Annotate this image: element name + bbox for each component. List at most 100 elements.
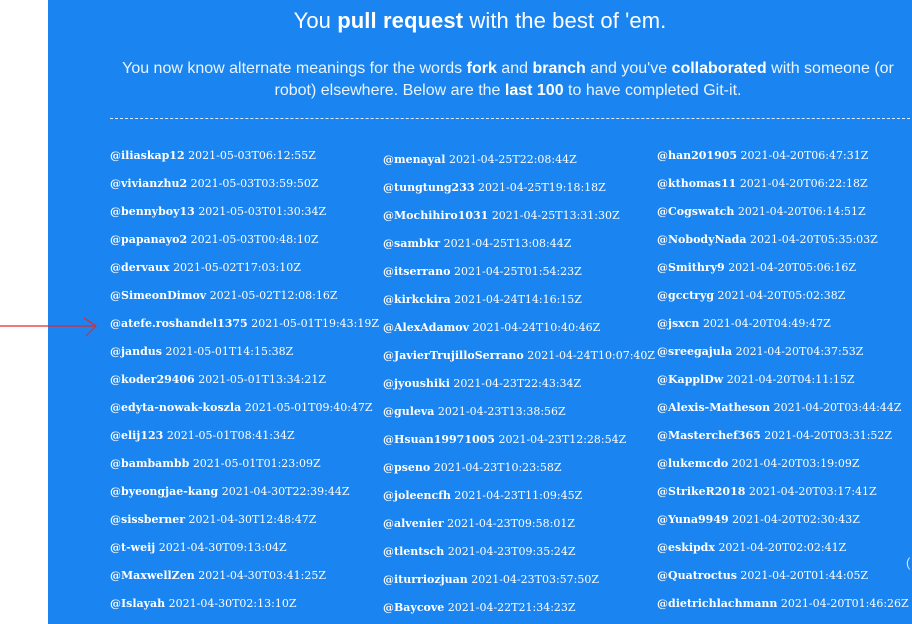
user-link[interactable]: @kthomas11 (657, 177, 736, 190)
user-link[interactable]: @jandus (110, 345, 162, 358)
user-link[interactable]: @iliaskap12 (110, 149, 185, 162)
user-link[interactable]: @SimeonDimov (110, 289, 206, 302)
user-link[interactable]: @JavierTrujilloSerrano (383, 349, 524, 362)
red-arrow-icon (0, 317, 97, 337)
completion-timestamp: 2021-04-20T03:44:44Z (773, 401, 902, 414)
user-link[interactable]: @bennyboy13 (110, 205, 195, 218)
user-link[interactable]: @Alexis-Matheson (657, 401, 770, 414)
completion-timestamp: 2021-05-03T06:12:55Z (188, 149, 316, 162)
user-link[interactable]: @StrikeR2018 (657, 485, 745, 498)
completion-entry: @Baycove 2021-04-22T21:34:23Z (383, 601, 657, 624)
user-link[interactable]: @elij123 (110, 429, 163, 442)
user-link[interactable]: @menayal (383, 153, 445, 166)
user-link[interactable]: @kirkckira (383, 293, 451, 306)
user-link[interactable]: @jyoushiki (383, 377, 450, 390)
intro-text-1: You now know alternate meanings for the … (122, 60, 467, 77)
completion-entry: @Mochihiro1031 2021-04-25T13:31:30Z (383, 209, 657, 237)
completion-timestamp: 2021-04-20T04:37:53Z (735, 345, 864, 358)
user-link[interactable]: @Islayah (110, 597, 165, 610)
completion-timestamp: 2021-04-30T09:13:04Z (158, 541, 287, 554)
user-link[interactable]: @edyta-nowak-koszla (110, 401, 241, 414)
completion-timestamp: 2021-04-25T01:54:23Z (454, 265, 582, 278)
completion-timestamp: 2021-05-01T19:43:19Z (251, 317, 380, 330)
user-link[interactable]: @jsxcn (657, 317, 699, 330)
completion-entry: @AlexAdamov 2021-04-24T10:40:46Z (383, 321, 657, 349)
user-link[interactable]: @sissberner (110, 513, 185, 526)
user-link[interactable]: @dietrichlachmann (657, 597, 777, 610)
completion-timestamp: 2021-04-20T05:35:03Z (750, 233, 878, 246)
user-link[interactable]: @Smithry9 (657, 261, 725, 274)
user-link[interactable]: @itserrano (383, 265, 451, 278)
page-title: You pull request with the best of 'em. (48, 8, 912, 34)
completion-entry: @jyoushiki 2021-04-23T22:43:34Z (383, 377, 657, 405)
completion-entry: @alvenier 2021-04-23T09:58:01Z (383, 517, 657, 545)
user-link[interactable]: @tlentsch (383, 545, 444, 558)
user-link[interactable]: @MaxwellZen (110, 569, 195, 582)
completion-timestamp: 2021-05-01T14:15:38Z (165, 345, 294, 358)
user-link[interactable]: @pseno (383, 461, 430, 474)
intro-keyword-collaborated: collaborated (671, 60, 767, 77)
completion-timestamp: 2021-04-25T13:31:30Z (491, 209, 620, 222)
user-link[interactable]: @Masterchef365 (657, 429, 761, 442)
completion-entry: @vivianzhu2 2021-05-03T03:59:50Z (110, 177, 384, 205)
completion-entry: @han201905 2021-04-20T06:47:31Z (657, 149, 912, 177)
user-link[interactable]: @koder29406 (110, 373, 195, 386)
completion-entry: @gcctryg 2021-04-20T05:02:38Z (657, 289, 912, 317)
user-link[interactable]: @t-weij (110, 541, 155, 554)
user-link[interactable]: @alvenier (383, 517, 444, 530)
completion-timestamp: 2021-04-20T06:47:31Z (740, 149, 869, 162)
user-link[interactable]: @Quatroctus (657, 569, 737, 582)
user-link[interactable]: @papanayo2 (110, 233, 187, 246)
completion-entry: @JavierTrujilloSerrano 2021-04-24T10:07:… (383, 349, 657, 377)
completion-timestamp: 2021-04-20T01:44:05Z (740, 569, 869, 582)
user-link[interactable]: @bambambb (110, 457, 189, 470)
completion-entry: @menayal 2021-04-25T22:08:44Z (383, 153, 657, 181)
user-link[interactable]: @NobodyNada (657, 233, 747, 246)
user-link[interactable]: @vivianzhu2 (110, 177, 187, 190)
user-link[interactable]: @dervaux (110, 261, 170, 274)
completion-entry: @kirkckira 2021-04-24T14:16:15Z (383, 293, 657, 321)
user-link[interactable]: @KapplDw (657, 373, 723, 386)
completion-entry: @jsxcn 2021-04-20T04:49:47Z (657, 317, 912, 345)
completion-timestamp: 2021-04-30T02:13:10Z (168, 597, 297, 610)
intro-keyword-fork: fork (466, 60, 497, 77)
completion-entry: @elij123 2021-05-01T08:41:34Z (110, 429, 384, 457)
user-link[interactable]: @Baycove (383, 601, 444, 614)
edge-glyph: ( (906, 555, 911, 570)
user-link[interactable]: @AlexAdamov (383, 321, 469, 334)
completion-timestamp: 2021-04-25T22:08:44Z (448, 153, 577, 166)
completion-timestamp: 2021-04-20T06:14:51Z (737, 205, 866, 218)
user-link[interactable]: @Mochihiro1031 (383, 209, 488, 222)
completion-entry: @bambambb 2021-05-01T01:23:09Z (110, 457, 384, 485)
title-emphasis: pull request (337, 8, 464, 33)
user-link[interactable]: @gcctryg (657, 289, 714, 302)
user-link[interactable]: @Cogswatch (657, 205, 734, 218)
completion-timestamp: 2021-04-24T10:40:46Z (472, 321, 601, 334)
completion-timestamp: 2021-04-20T03:31:52Z (764, 429, 893, 442)
completion-entry: @eskipdx 2021-04-20T02:02:41Z (657, 541, 912, 569)
user-link[interactable]: @eskipdx (657, 541, 715, 554)
completion-timestamp: 2021-04-23T09:58:01Z (447, 517, 575, 530)
intro-paragraph: You now know alternate meanings for the … (104, 58, 912, 102)
completion-timestamp: 2021-04-20T02:30:43Z (732, 513, 860, 526)
user-link[interactable]: @atefe.roshandel1375 (110, 317, 248, 330)
completion-timestamp: 2021-04-20T03:19:09Z (731, 457, 860, 470)
user-link[interactable]: @han201905 (657, 149, 737, 162)
user-link[interactable]: @sambkr (383, 237, 440, 250)
completion-entry: @Islayah 2021-04-30T02:13:10Z (110, 597, 384, 624)
user-link[interactable]: @lukemcdo (657, 457, 728, 470)
user-link[interactable]: @sreegajula (657, 345, 732, 358)
user-link[interactable]: @Hsuan19971005 (383, 433, 495, 446)
user-link[interactable]: @joleencfh (383, 489, 451, 502)
user-link[interactable]: @iturriozjuan (383, 573, 468, 586)
user-link[interactable]: @byeongjae-kang (110, 485, 218, 498)
completion-entry: @pseno 2021-04-23T10:23:58Z (383, 461, 657, 489)
user-link[interactable]: @tungtung233 (383, 181, 475, 194)
completion-entry: @SimeonDimov 2021-05-02T12:08:16Z (110, 289, 384, 317)
completion-entry: @Smithry9 2021-04-20T05:06:16Z (657, 261, 912, 289)
user-link[interactable]: @Yuna9949 (657, 513, 729, 526)
completion-timestamp: 2021-04-20T06:22:18Z (739, 177, 868, 190)
user-link[interactable]: @guleva (383, 405, 434, 418)
completion-entry: @Masterchef365 2021-04-20T03:31:52Z (657, 429, 912, 457)
completion-entry: @iturriozjuan 2021-04-23T03:57:50Z (383, 573, 657, 601)
